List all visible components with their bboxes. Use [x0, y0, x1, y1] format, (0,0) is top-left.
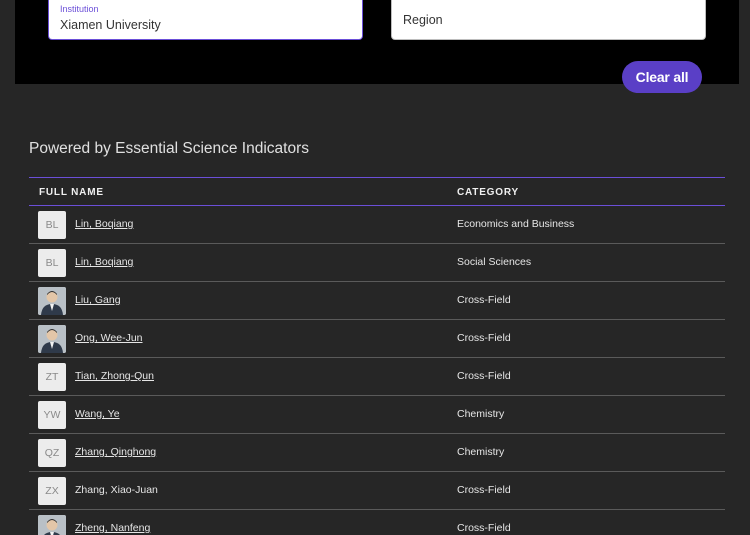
table-row: Ong, Wee-Jun Cross-Field: [29, 320, 725, 358]
researcher-name-link[interactable]: Wang, Ye: [75, 408, 120, 420]
table-row: ZX Zhang, Xiao-Juan Cross-Field: [29, 472, 725, 510]
institution-field[interactable]: Institution Xiamen University: [48, 0, 363, 40]
table-header: FULL NAME CATEGORY: [29, 177, 725, 206]
category-cell: Economics and Business: [457, 218, 575, 230]
category-cell: Cross-Field: [457, 294, 511, 306]
researcher-name-link[interactable]: Lin, Boqiang: [75, 256, 133, 268]
results-table: FULL NAME CATEGORY BL Lin, Boqiang Economi…: [29, 177, 725, 535]
category-cell: Chemistry: [457, 408, 505, 420]
powered-by-text: Powered by Essential Science Indicators: [29, 140, 310, 157]
clear-all-button[interactable]: Clear all: [622, 61, 702, 93]
avatar: ZT: [38, 363, 66, 391]
person-photo-icon: [38, 287, 66, 315]
researcher-name-link[interactable]: Zheng, Nanfeng: [75, 522, 150, 534]
category-cell: Cross-Field: [457, 370, 511, 382]
researcher-name-link[interactable]: Ong, Wee-Jun: [75, 332, 143, 344]
table-row: ZT Tian, Zhong-Qun Cross-Field: [29, 358, 725, 396]
avatar: BL: [38, 249, 66, 277]
person-photo-icon: [38, 325, 66, 353]
category-cell: Social Sciences: [457, 256, 532, 268]
category-cell: Cross-Field: [457, 332, 511, 344]
column-header-full-name[interactable]: FULL NAME: [39, 187, 104, 198]
category-cell: Cross-Field: [457, 484, 511, 496]
table-row: BL Lin, Boqiang Social Sciences: [29, 244, 725, 282]
researcher-name-link[interactable]: Lin, Boqiang: [75, 218, 133, 230]
researcher-name-link[interactable]: Zhang, Qinghong: [75, 446, 156, 458]
column-header-category[interactable]: CATEGORY: [457, 187, 519, 198]
region-field-placeholder[interactable]: Region: [403, 13, 443, 27]
avatar: [38, 325, 66, 353]
avatar: [38, 515, 66, 535]
avatar: QZ: [38, 439, 66, 467]
category-cell: Chemistry: [457, 446, 505, 458]
person-photo-icon: [38, 515, 66, 535]
researcher-name-link[interactable]: Tian, Zhong-Qun: [75, 370, 154, 382]
region-field[interactable]: Region: [391, 0, 706, 40]
table-body: BL Lin, Boqiang Economics and Business BL Li…: [29, 206, 725, 535]
avatar: BL: [38, 211, 66, 239]
table-row: Liu, Gang Cross-Field: [29, 282, 725, 320]
table-row: QZ Zhang, Qinghong Chemistry: [29, 434, 725, 472]
table-row: BL Lin, Boqiang Economics and Business: [29, 206, 725, 244]
category-cell: Cross-Field: [457, 522, 511, 534]
avatar: YW: [38, 401, 66, 429]
avatar: ZX: [38, 477, 66, 505]
avatar: [38, 287, 66, 315]
table-row: Zheng, Nanfeng Cross-Field: [29, 510, 725, 535]
institution-field-label: Institution: [60, 4, 99, 14]
table-row: YW Wang, Ye Chemistry: [29, 396, 725, 434]
researcher-name-link[interactable]: Liu, Gang: [75, 294, 121, 306]
researcher-name: Zhang, Xiao-Juan: [75, 484, 158, 496]
institution-field-value[interactable]: Xiamen University: [60, 18, 161, 32]
